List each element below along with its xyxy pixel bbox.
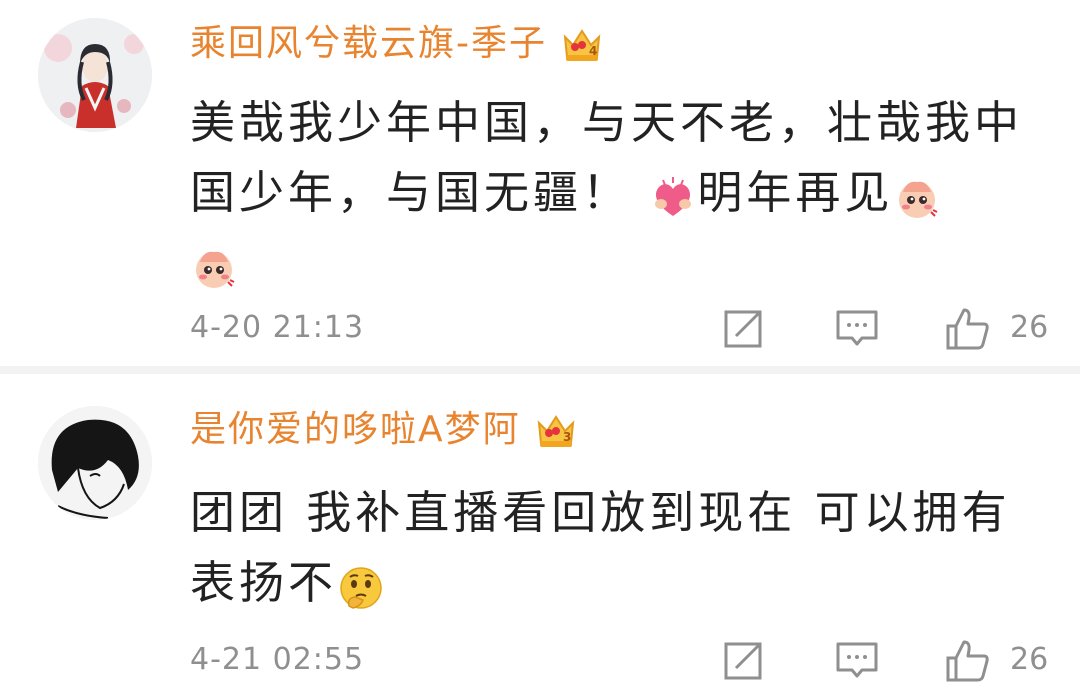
comment-icon[interactable] xyxy=(834,638,880,684)
shy-face-emoji-icon xyxy=(190,242,238,290)
username-text[interactable]: 是你爱的哆啦A梦阿 xyxy=(190,406,521,454)
vip-level: 3 xyxy=(563,430,573,444)
comment-icon[interactable] xyxy=(834,306,880,352)
timestamp: 4-21 02:55 xyxy=(190,642,365,677)
vip-crown-icon: 4 xyxy=(559,21,605,67)
like-icon[interactable] xyxy=(944,306,990,352)
comment-text-part: 团团 我补直播看回放到现在 可以拥有表扬不 xyxy=(190,486,1011,609)
like-icon[interactable] xyxy=(944,638,990,684)
vip-crown-icon: 3 xyxy=(533,407,579,453)
comment-text: 美哉我少年中国，与天不老，壮哉我中国少年，与国无疆！ 明年再见 xyxy=(190,88,1040,298)
comment-footer: 4-21 02:55 26 xyxy=(190,638,1050,682)
vip-level: 4 xyxy=(589,44,599,58)
like-count: 26 xyxy=(1010,310,1049,345)
comment-footer: 4-20 21:13 26 xyxy=(190,306,1050,350)
comment-separator xyxy=(0,366,1080,374)
repost-icon[interactable] xyxy=(720,638,766,684)
username[interactable]: 是你爱的哆啦A梦阿 3 xyxy=(190,406,579,454)
like-count: 26 xyxy=(1010,642,1049,677)
repost-icon[interactable] xyxy=(720,306,766,352)
comment-text-part: 明年再见 xyxy=(697,166,894,219)
comment-text: 团团 我补直播看回放到现在 可以拥有表扬不 xyxy=(190,478,1040,618)
avatar[interactable] xyxy=(38,18,152,132)
timestamp: 4-20 21:13 xyxy=(190,310,365,345)
heart-hug-emoji-icon xyxy=(649,172,697,220)
avatar[interactable] xyxy=(38,406,152,520)
thinking-face-emoji-icon xyxy=(337,562,385,610)
username-text[interactable]: 乘回风兮载云旗-季子 xyxy=(190,20,547,68)
comment-item: 是你爱的哆啦A梦阿 3 团团 我补直播看回放到现在 可以拥有表扬不 4-21 0… xyxy=(0,374,1080,696)
comment-item: 乘回风兮载云旗-季子 4 美哉我少年中国，与天不老，壮哉我中国少年，与国无疆！ … xyxy=(0,0,1080,366)
username[interactable]: 乘回风兮载云旗-季子 4 xyxy=(190,20,605,68)
shy-face-emoji-icon xyxy=(893,172,941,220)
